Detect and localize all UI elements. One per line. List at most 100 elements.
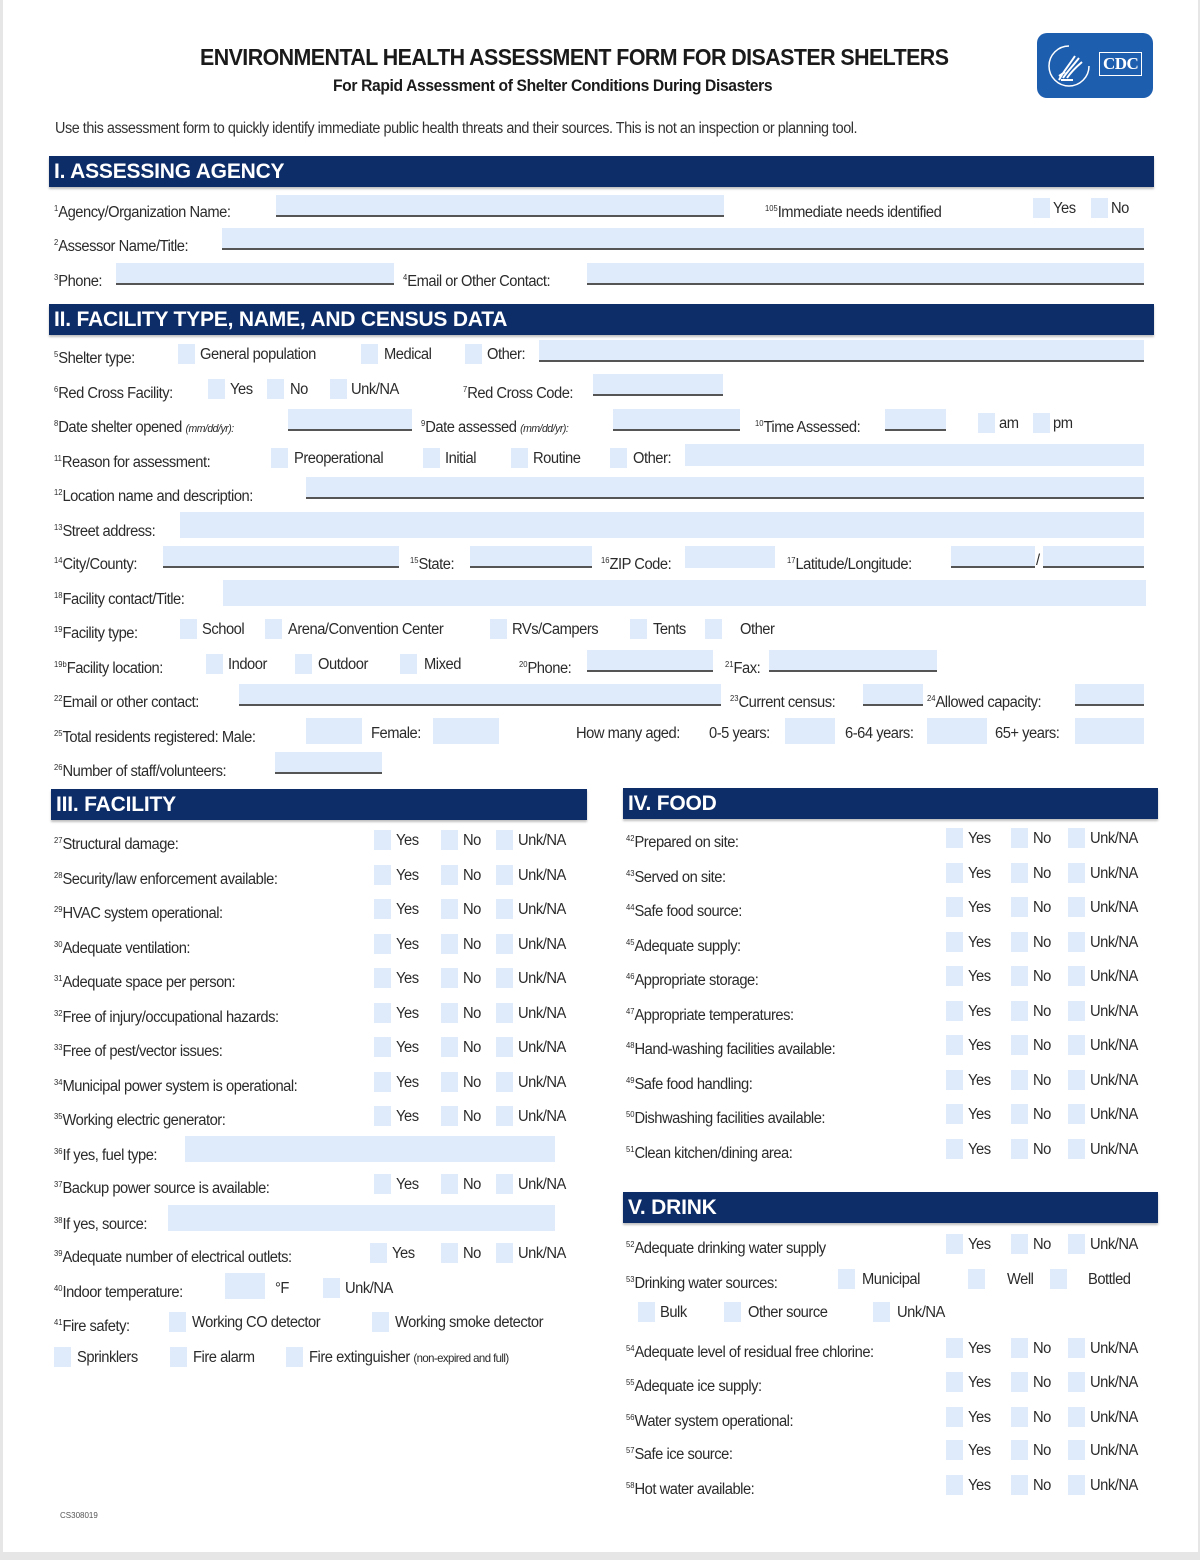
facility-q39-yes-checkbox[interactable] (370, 1243, 387, 1263)
facility-q37-yes-checkbox[interactable] (374, 1174, 391, 1194)
age-0-5-field[interactable] (785, 718, 835, 744)
facility-tents-checkbox[interactable] (630, 619, 647, 639)
other-source-checkbox[interactable] (724, 1302, 741, 1322)
food-q50-unk-checkbox[interactable] (1068, 1104, 1085, 1124)
food-q47-unk-checkbox[interactable] (1068, 1001, 1085, 1021)
longitude-field[interactable] (1043, 546, 1144, 568)
time-assessed-field[interactable] (885, 409, 946, 431)
facility-school-checkbox[interactable] (180, 619, 197, 639)
co-detector-checkbox[interactable] (169, 1312, 186, 1332)
facility-q30-unk-checkbox[interactable] (496, 934, 513, 954)
date-opened-field[interactable] (288, 409, 412, 431)
food-q49-yes-checkbox[interactable] (946, 1070, 963, 1090)
city-field[interactable] (163, 546, 399, 568)
indoor-temp-field[interactable] (225, 1273, 265, 1299)
facility-q27-yes-checkbox[interactable] (374, 830, 391, 850)
municipal-checkbox[interactable] (838, 1269, 855, 1289)
facility-q37-unk-checkbox[interactable] (496, 1174, 513, 1194)
bottled-checkbox[interactable] (1050, 1269, 1067, 1289)
fax-field[interactable] (769, 650, 937, 672)
food-q50-no-checkbox[interactable] (1011, 1104, 1028, 1124)
food-q48-yes-checkbox[interactable] (946, 1035, 963, 1055)
food-q44-yes-checkbox[interactable] (946, 897, 963, 917)
facility-rvs-checkbox[interactable] (490, 619, 507, 639)
facility-q35-no-checkbox[interactable] (441, 1106, 458, 1126)
drink-q54-yes-checkbox[interactable] (946, 1338, 963, 1358)
drink-q54-unk-checkbox[interactable] (1068, 1338, 1085, 1358)
drink-q56-unk-checkbox[interactable] (1068, 1407, 1085, 1427)
facility-q30-no-checkbox[interactable] (441, 934, 458, 954)
age-65-field[interactable] (1075, 718, 1144, 744)
facility-q31-no-checkbox[interactable] (441, 968, 458, 988)
facility-q39-no-checkbox[interactable] (441, 1243, 458, 1263)
temp-unk-checkbox[interactable] (323, 1278, 340, 1298)
reason-preoperational-checkbox[interactable] (271, 448, 288, 468)
facility-q35-unk-checkbox[interactable] (496, 1106, 513, 1126)
food-q46-unk-checkbox[interactable] (1068, 966, 1085, 986)
facility-q32-unk-checkbox[interactable] (496, 1003, 513, 1023)
drink-q55-yes-checkbox[interactable] (946, 1372, 963, 1392)
facility-q34-no-checkbox[interactable] (441, 1072, 458, 1092)
food-q51-no-checkbox[interactable] (1011, 1139, 1028, 1159)
staff-field[interactable] (275, 752, 382, 774)
food-q45-unk-checkbox[interactable] (1068, 932, 1085, 952)
food-q46-no-checkbox[interactable] (1011, 966, 1028, 986)
facility-contact-field[interactable] (223, 580, 1146, 606)
facility-q28-unk-checkbox[interactable] (496, 865, 513, 885)
fuel-type-field[interactable] (185, 1136, 555, 1162)
facility-arena-checkbox[interactable] (265, 619, 282, 639)
red-cross-code-field[interactable] (593, 374, 723, 396)
well-checkbox[interactable] (968, 1269, 985, 1289)
food-q43-no-checkbox[interactable] (1011, 863, 1028, 883)
food-q48-no-checkbox[interactable] (1011, 1035, 1028, 1055)
facility-q31-unk-checkbox[interactable] (496, 968, 513, 988)
residents-female-field[interactable] (433, 718, 499, 744)
date-assessed-field[interactable] (613, 409, 740, 431)
location-indoor-checkbox[interactable] (206, 654, 223, 674)
facility-q34-unk-checkbox[interactable] (496, 1072, 513, 1092)
location-mixed-checkbox[interactable] (400, 654, 417, 674)
residents-male-field[interactable] (306, 718, 362, 744)
zip-field[interactable] (685, 546, 775, 568)
food-q42-no-checkbox[interactable] (1011, 828, 1028, 848)
drink-q57-yes-checkbox[interactable] (946, 1440, 963, 1460)
am-checkbox[interactable] (978, 413, 995, 433)
reason-routine-checkbox[interactable] (511, 448, 528, 468)
phone-field[interactable] (116, 263, 394, 285)
drink-q56-yes-checkbox[interactable] (946, 1407, 963, 1427)
drink-q55-no-checkbox[interactable] (1011, 1372, 1028, 1392)
food-q51-yes-checkbox[interactable] (946, 1139, 963, 1159)
food-q45-no-checkbox[interactable] (1011, 932, 1028, 952)
drink-q57-no-checkbox[interactable] (1011, 1440, 1028, 1460)
drink-q52-unk-checkbox[interactable] (1068, 1234, 1085, 1254)
assessor-field[interactable] (222, 228, 1144, 250)
drink-q56-no-checkbox[interactable] (1011, 1407, 1028, 1427)
food-q51-unk-checkbox[interactable] (1068, 1139, 1085, 1159)
fire-extinguisher-checkbox[interactable] (286, 1347, 303, 1367)
food-q43-unk-checkbox[interactable] (1068, 863, 1085, 883)
facility-other-checkbox[interactable] (705, 619, 722, 639)
facility-q27-no-checkbox[interactable] (441, 830, 458, 850)
bulk-checkbox[interactable] (638, 1302, 655, 1322)
facility-q37-no-checkbox[interactable] (441, 1174, 458, 1194)
food-q43-yes-checkbox[interactable] (946, 863, 963, 883)
immediate-needs-yes-checkbox[interactable] (1033, 198, 1050, 218)
drink-q52-yes-checkbox[interactable] (946, 1234, 963, 1254)
facility-q28-yes-checkbox[interactable] (374, 865, 391, 885)
facility-q33-unk-checkbox[interactable] (496, 1037, 513, 1057)
facility-q32-yes-checkbox[interactable] (374, 1003, 391, 1023)
red-cross-unk-checkbox[interactable] (330, 379, 347, 399)
facility-q31-yes-checkbox[interactable] (374, 968, 391, 988)
immediate-needs-no-checkbox[interactable] (1091, 198, 1108, 218)
sources-unk-checkbox[interactable] (873, 1302, 890, 1322)
drink-q54-no-checkbox[interactable] (1011, 1338, 1028, 1358)
facility-q29-no-checkbox[interactable] (441, 899, 458, 919)
facility-q30-yes-checkbox[interactable] (374, 934, 391, 954)
drink-q57-unk-checkbox[interactable] (1068, 1440, 1085, 1460)
shelter-other-checkbox[interactable] (465, 344, 482, 364)
email-field[interactable] (587, 263, 1144, 285)
age-6-64-field[interactable] (927, 718, 987, 744)
food-q44-no-checkbox[interactable] (1011, 897, 1028, 917)
facility-q33-yes-checkbox[interactable] (374, 1037, 391, 1057)
smoke-detector-checkbox[interactable] (372, 1312, 389, 1332)
